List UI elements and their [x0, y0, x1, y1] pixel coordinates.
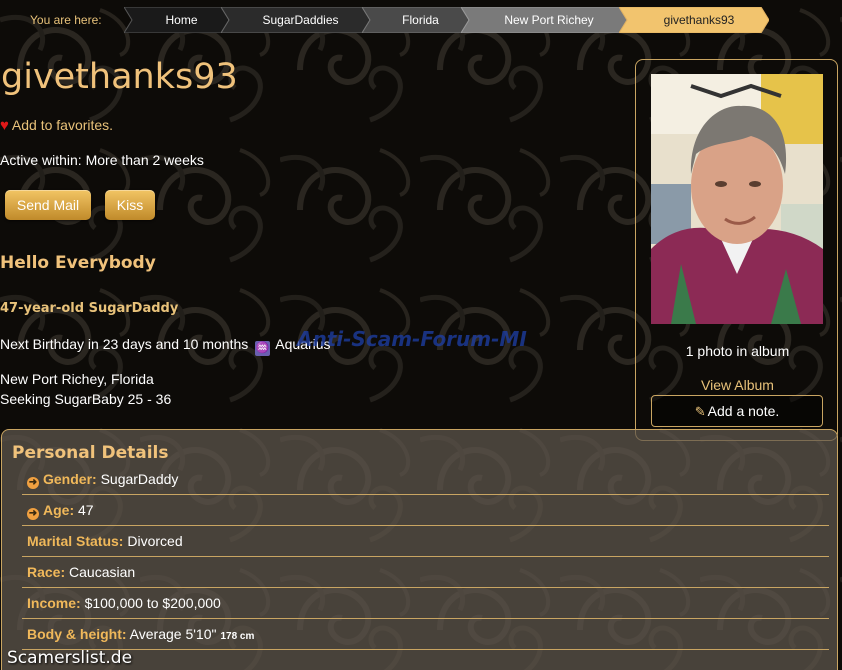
detail-value: SugarDaddy: [100, 471, 179, 487]
personal-details-title: Personal Details: [12, 443, 169, 463]
profile-photo[interactable]: [651, 74, 823, 324]
detail-label: Age:: [43, 502, 75, 518]
breadcrumb-sugardaddies-label: SugarDaddies: [262, 13, 339, 27]
detail-value: Caucasian: [69, 564, 136, 580]
breadcrumb-current: givethanks93: [619, 7, 769, 33]
breadcrumb: You are here: Home SugarDaddies Florida …: [0, 7, 842, 33]
aquarius-icon: ♒: [255, 341, 271, 356]
photo-panel: 1 photo in album View Album ✎ Add a note.: [635, 59, 838, 441]
arrow-circle-right-icon: ➜: [27, 508, 39, 520]
detail-value: Divorced: [127, 533, 183, 549]
breadcrumb-here-label: You are here:: [30, 13, 102, 27]
breadcrumb-current-label: givethanks93: [663, 13, 735, 27]
kiss-button[interactable]: Kiss: [105, 190, 155, 220]
detail-row-income: Income: $100,000 to $200,000: [22, 588, 829, 619]
pencil-icon: ✎: [694, 404, 706, 419]
detail-label: Marital Status:: [27, 533, 124, 549]
view-album-link[interactable]: View Album: [636, 377, 839, 393]
add-to-favorites-label: Add to favorites.: [11, 117, 114, 133]
breadcrumb-home[interactable]: Home: [124, 7, 229, 33]
detail-label: Body & height:: [27, 626, 127, 642]
detail-label: Income:: [27, 595, 81, 611]
breadcrumb-florida-label: Florida: [402, 13, 439, 27]
detail-label: Race:: [27, 564, 66, 580]
breadcrumb-sugardaddies[interactable]: SugarDaddies: [221, 7, 370, 33]
breadcrumb-florida[interactable]: Florida: [362, 7, 469, 33]
detail-value: $100,000 to $200,000: [84, 595, 221, 611]
watermark-text: Anti-Scam-Forum-MI: [297, 327, 527, 351]
detail-label: Gender:: [43, 471, 97, 487]
detail-value: Average 5'10": [129, 626, 217, 642]
detail-row-marital-status: Marital Status: Divorced: [22, 526, 829, 557]
birthday-text: Next Birthday in 23 days and 10 months: [0, 336, 249, 352]
profile-username: givethanks93: [1, 57, 238, 97]
add-note-button[interactable]: ✎ Add a note.: [651, 395, 823, 427]
birthday-info: Next Birthday in 23 days and 10 months ♒…: [0, 336, 331, 356]
arrow-circle-right-icon: ➜: [27, 477, 39, 489]
send-mail-button[interactable]: Send Mail: [5, 190, 91, 220]
seeking-preference: Seeking SugarBaby 25 - 36: [0, 391, 172, 407]
detail-row-gender: ➜ Gender: SugarDaddy: [22, 464, 829, 495]
personal-details-panel: Personal Details ➜ Gender: SugarDaddy ➜ Ag…: [1, 429, 838, 670]
detail-value: 47: [78, 502, 94, 518]
age-role-tag: 47-year-old SugarDaddy: [0, 301, 179, 316]
detail-row-age: ➜ Age: 47: [22, 495, 829, 526]
photo-count: 1 photo in album: [685, 343, 790, 359]
height-cm: 178 cm: [220, 631, 255, 642]
site-watermark: Scamerslist.de: [7, 648, 133, 668]
profile-location: New Port Richey, Florida: [0, 371, 154, 387]
breadcrumb-new-port-richey[interactable]: New Port Richey: [461, 7, 627, 33]
profile-headline: Hello Everybody: [0, 253, 156, 273]
heart-icon: ♥: [0, 117, 9, 134]
active-status: Active within: More than 2 weeks: [0, 152, 204, 168]
add-note-label: Add a note.: [707, 403, 780, 419]
detail-row-body-height: Body & height: Average 5'10" 178 cm: [22, 619, 829, 650]
add-to-favorites-link[interactable]: ♥ Add to favorites.: [0, 117, 113, 134]
breadcrumb-new-port-richey-label: New Port Richey: [504, 13, 594, 27]
detail-row-race: Race: Caucasian: [22, 557, 829, 588]
breadcrumb-home-label: Home: [165, 13, 198, 27]
